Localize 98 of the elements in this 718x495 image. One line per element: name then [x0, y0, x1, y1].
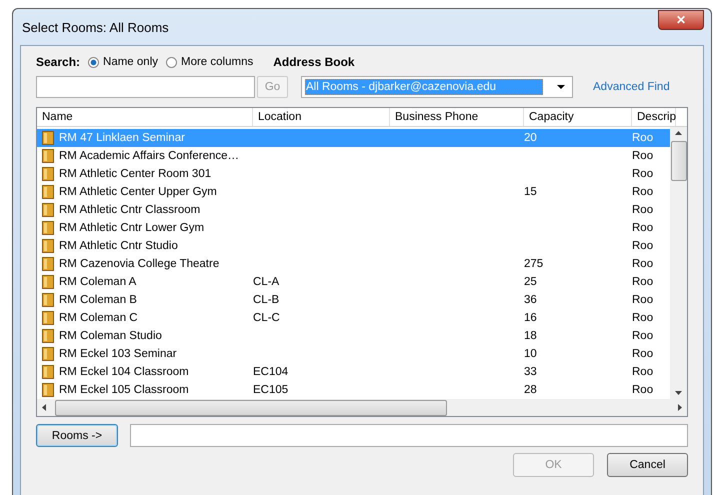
scroll-thumb[interactable]: [55, 400, 447, 416]
room-row[interactable]: RM Cazenovia College Theatre 275 Roo: [37, 255, 670, 273]
rooms-field[interactable]: [130, 424, 688, 447]
dialog-button[interactable]: Cancel: [607, 453, 688, 477]
room-row[interactable]: RM Athletic Cntr Lower Gym Roo: [37, 219, 670, 237]
room-capacity: 20: [524, 132, 537, 144]
room-description: Roo: [632, 150, 654, 162]
room-icon: [42, 383, 54, 397]
horizontal-scrollbar[interactable]: [37, 399, 687, 416]
room-name: RM Cazenovia College Theatre: [59, 258, 220, 270]
address-book-label: Address Book: [273, 55, 355, 69]
room-name: RM 47 Linklaen Seminar: [59, 132, 185, 144]
room-name: RM Eckel 104 Classroom: [59, 366, 189, 378]
room-description: Roo: [632, 294, 654, 306]
room-icon: [42, 221, 54, 235]
room-row[interactable]: RM Athletic Cntr Classroom Roo: [37, 201, 670, 219]
room-row[interactable]: RM Athletic Center Room 301 Roo: [37, 165, 670, 183]
room-location: CL-B: [253, 294, 280, 306]
room-icon: [42, 239, 54, 253]
scroll-left-icon[interactable]: [42, 404, 46, 411]
room-name: RM Academic Affairs Conference…: [59, 150, 240, 162]
room-location: CL-C: [253, 312, 280, 324]
room-row[interactable]: RM Eckel 104 Classroom EC104 33 Roo: [37, 363, 670, 381]
room-row[interactable]: RM Coleman A CL-A 25 Roo: [37, 273, 670, 291]
room-icon: [42, 167, 54, 181]
room-capacity: 15: [524, 186, 537, 198]
room-description: Roo: [632, 132, 654, 144]
column-header[interactable]: Name: [37, 108, 253, 126]
room-name: RM Coleman Studio: [59, 330, 162, 342]
room-description: Roo: [632, 348, 654, 360]
room-capacity: 18: [524, 330, 537, 342]
room-name: RM Coleman A: [59, 276, 136, 288]
room-description: Roo: [632, 384, 654, 396]
room-description: Roo: [632, 366, 654, 378]
column-header[interactable]: Business Phone: [390, 108, 524, 126]
room-description: Roo: [632, 204, 654, 216]
room-location: EC104: [253, 366, 288, 378]
search-field[interactable]: [36, 76, 255, 98]
search-label: Search:: [36, 55, 80, 69]
room-capacity: 275: [524, 258, 544, 270]
room-icon: [42, 131, 54, 145]
room-icon: [42, 203, 54, 217]
room-icon: [42, 275, 54, 289]
room-name: RM Athletic Center Upper Gym: [59, 186, 217, 198]
room-location: EC105: [253, 384, 288, 396]
room-description: Roo: [632, 222, 654, 234]
rooms-button[interactable]: Rooms ->: [36, 424, 118, 447]
room-icon: [42, 185, 54, 199]
room-icon: [42, 347, 54, 361]
room-name: RM Athletic Cntr Classroom: [59, 204, 200, 216]
room-icon: [42, 149, 54, 163]
room-description: Roo: [632, 186, 654, 198]
caret-icon: [556, 84, 566, 90]
room-description: Roo: [632, 276, 654, 288]
room-capacity: 33: [524, 366, 537, 378]
scroll-right-icon[interactable]: [678, 404, 682, 411]
room-description: Roo: [632, 168, 654, 180]
room-name: RM Eckel 103 Seminar: [59, 348, 177, 360]
room-name: RM Athletic Cntr Studio: [59, 240, 178, 252]
room-capacity: 28: [524, 384, 537, 396]
room-capacity: 25: [524, 276, 537, 288]
room-name: RM Eckel 105 Classroom: [59, 384, 189, 396]
room-icon: [42, 293, 54, 307]
vertical-scrollbar[interactable]: [670, 127, 687, 399]
room-row[interactable]: RM Eckel 105 Classroom EC105 28 Roo: [37, 381, 670, 399]
room-icon: [42, 329, 54, 343]
room-description: Roo: [632, 312, 654, 324]
room-row[interactable]: RM Coleman C CL-C 16 Roo: [37, 309, 670, 327]
room-description: Roo: [632, 258, 654, 270]
room-capacity: 10: [524, 348, 537, 360]
room-name: RM Coleman B: [59, 294, 137, 306]
room-icon: [42, 365, 54, 379]
room-row[interactable]: RM Athletic Center Upper Gym 15 Roo: [37, 183, 670, 201]
room-row[interactable]: RM Athletic Cntr Studio Roo: [37, 237, 670, 255]
column-header[interactable]: Descrip: [632, 108, 676, 126]
room-name: RM Athletic Center Room 301: [59, 168, 212, 180]
room-capacity: 36: [524, 294, 537, 306]
room-name: RM Athletic Cntr Lower Gym: [59, 222, 204, 234]
column-header[interactable]: Capacity: [524, 108, 632, 126]
room-name: RM Coleman C: [59, 312, 138, 324]
room-capacity: 16: [524, 312, 537, 324]
scroll-down-icon[interactable]: [675, 391, 682, 395]
room-icon: [42, 311, 54, 325]
advanced-find-link[interactable]: Advanced Find: [593, 81, 670, 93]
column-header[interactable]: Location: [253, 108, 390, 126]
room-icon: [42, 257, 54, 271]
scroll-up-icon[interactable]: [675, 131, 682, 135]
room-row[interactable]: RM Coleman Studio 18 Roo: [37, 327, 670, 345]
room-row[interactable]: RM Academic Affairs Conference… Roo: [37, 147, 670, 165]
scroll-thumb[interactable]: [670, 141, 686, 181]
room-description: Roo: [632, 240, 654, 252]
room-location: CL-A: [253, 276, 280, 288]
radio-option[interactable]: Name only: [88, 56, 158, 68]
room-description: Roo: [632, 330, 654, 342]
window-title: Select Rooms: All Rooms: [21, 20, 169, 34]
room-row[interactable]: RM Eckel 103 Seminar 10 Roo: [37, 345, 670, 363]
radio-option[interactable]: More columns: [166, 56, 254, 68]
room-row[interactable]: RM Coleman B CL-B 36 Roo: [37, 291, 670, 309]
